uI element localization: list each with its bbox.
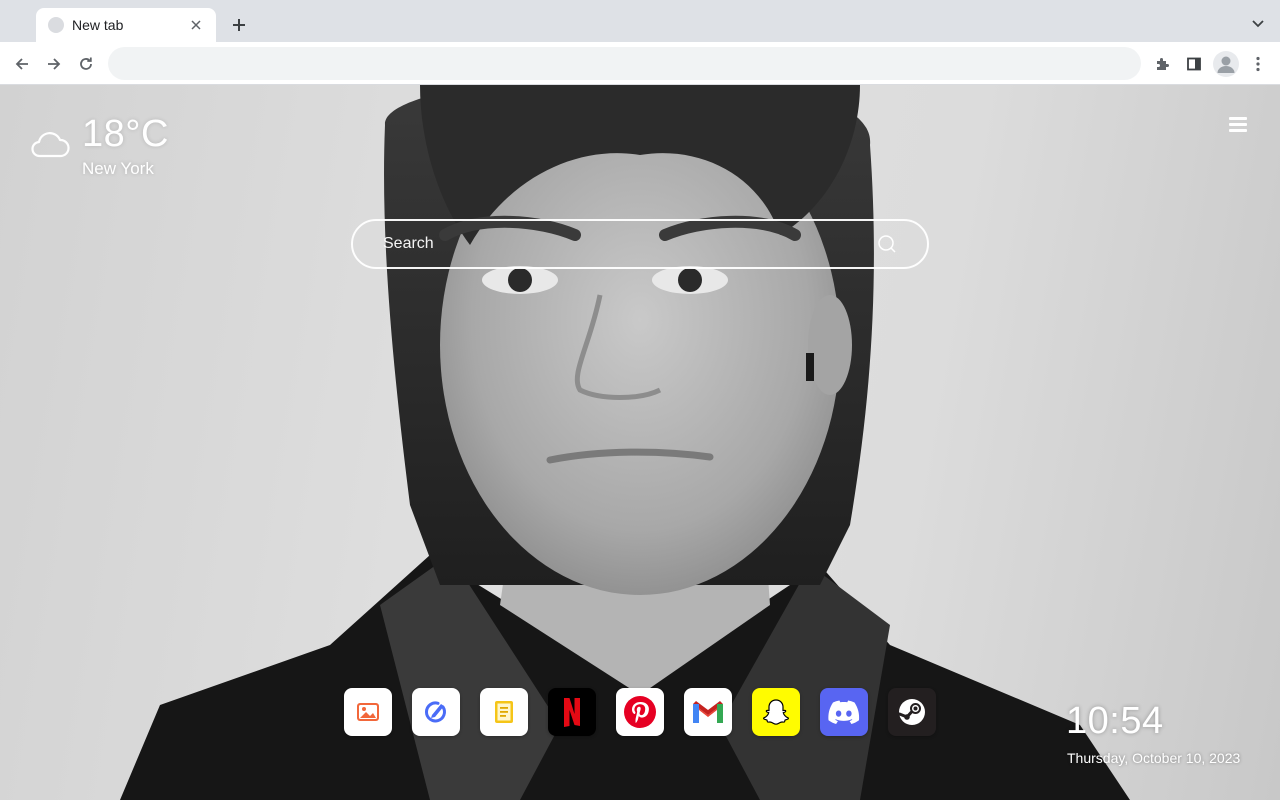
- arrow-right-icon: [48, 58, 61, 70]
- shortcut-photos[interactable]: [344, 688, 392, 736]
- new-tab-button[interactable]: [226, 12, 252, 38]
- notes-icon: [495, 701, 513, 723]
- chevron-down-icon: [1252, 20, 1264, 28]
- puzzle-icon: [1157, 58, 1169, 70]
- temperature: 18°C: [82, 113, 169, 155]
- search-box: [351, 219, 929, 269]
- shortcut-discord[interactable]: [820, 688, 868, 736]
- discord-icon: [828, 700, 860, 724]
- hamburger-icon-line: [1229, 123, 1247, 126]
- reload-icon: [80, 57, 92, 70]
- hamburger-icon-line: [1229, 129, 1247, 132]
- tab-favicon-icon: [48, 17, 64, 33]
- tab-new-tab[interactable]: New tab: [36, 8, 216, 42]
- tab-strip: New tab: [0, 0, 1280, 42]
- new-tab-page: 18°C New York Search 10:54 Thursday, Oct…: [0, 85, 1280, 800]
- shortcut-steam[interactable]: [888, 688, 936, 736]
- shortcut-check[interactable]: [412, 688, 460, 736]
- reload-button[interactable]: [72, 50, 100, 78]
- cloud-icon: [31, 132, 70, 158]
- side-panel-button[interactable]: [1180, 50, 1208, 78]
- steam-icon: [898, 699, 925, 725]
- shortcut-notes[interactable]: [480, 688, 528, 736]
- hamburger-icon: [1229, 117, 1247, 120]
- browser-toolbar: [0, 42, 1280, 85]
- plus-icon: [233, 19, 245, 31]
- shortcut-gmail[interactable]: [684, 688, 732, 736]
- address-bar[interactable]: [108, 47, 1141, 80]
- clock-time: 10:54: [1066, 700, 1164, 742]
- more-vertical-icon: [1256, 56, 1260, 72]
- menu-button[interactable]: [1228, 117, 1250, 135]
- shortcut-netflix[interactable]: [548, 688, 596, 736]
- extensions-button[interactable]: [1148, 50, 1176, 78]
- search-input[interactable]: [353, 221, 873, 267]
- side-panel-icon: [1187, 57, 1201, 71]
- person-icon: [1217, 56, 1235, 73]
- shortcuts-dock: [344, 688, 936, 736]
- image-icon: [357, 703, 379, 721]
- shortcut-snapchat[interactable]: [752, 688, 800, 736]
- gmail-icon: [693, 701, 723, 723]
- shortcut-pinterest[interactable]: [616, 688, 664, 736]
- profile-avatar[interactable]: [1213, 51, 1239, 77]
- tab-search-button[interactable]: [1246, 12, 1270, 36]
- close-icon: [191, 20, 201, 30]
- snapchat-icon: [763, 699, 789, 725]
- pinterest-icon: [624, 696, 656, 728]
- forward-button[interactable]: [40, 50, 68, 78]
- chrome-menu-button[interactable]: [1244, 50, 1272, 78]
- close-tab-button[interactable]: [188, 17, 204, 33]
- back-button[interactable]: [8, 50, 36, 78]
- clock-date: Thursday, October 10, 2023: [1067, 750, 1241, 766]
- netflix-icon: [564, 698, 580, 727]
- weather-city: New York: [82, 159, 154, 178]
- arrow-left-icon: [15, 58, 28, 70]
- check-edit-icon: [424, 701, 446, 723]
- search-icon[interactable]: [877, 234, 897, 254]
- tab-title: New tab: [72, 17, 124, 33]
